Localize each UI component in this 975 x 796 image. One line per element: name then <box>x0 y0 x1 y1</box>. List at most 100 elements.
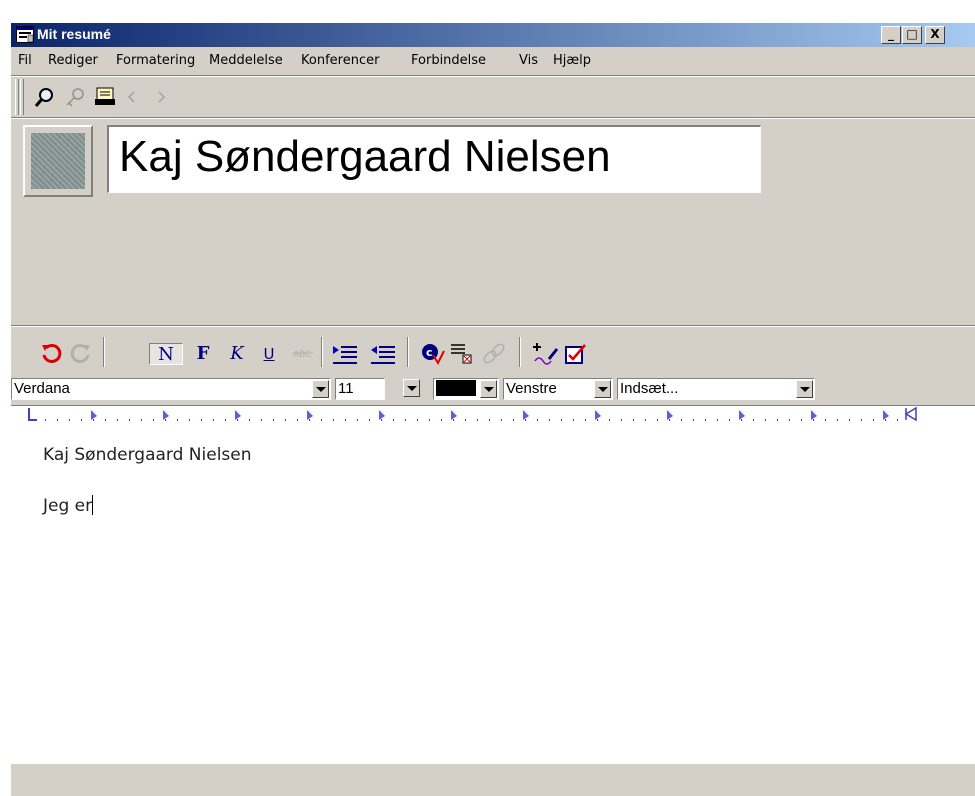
ruler-tick <box>549 419 550 421</box>
ruler-tick <box>861 419 862 421</box>
align-select[interactable]: Venstre <box>503 378 613 400</box>
size-dropdown-button[interactable] <box>403 379 420 397</box>
menu-forbindelse[interactable]: Forbindelse <box>411 53 486 68</box>
undo-icon[interactable] <box>39 341 63 365</box>
menu-hjaelp[interactable]: Hjælp <box>553 53 591 68</box>
arrow-left-icon[interactable] <box>123 87 147 111</box>
magnifier-icon[interactable] <box>33 85 57 109</box>
document-icon[interactable] <box>93 85 117 109</box>
underline-button[interactable]: U <box>257 343 281 365</box>
ruler-tick <box>705 419 706 421</box>
ruler-tick <box>189 419 190 421</box>
title-bar[interactable]: Mit resumé _ □ X <box>11 23 975 47</box>
text-caret <box>92 495 94 515</box>
key-icon[interactable] <box>63 85 87 109</box>
ruler-tab-stop[interactable] <box>451 410 457 420</box>
app-icon <box>16 26 34 43</box>
ruler-right-margin[interactable] <box>904 406 917 422</box>
ruler-tick <box>681 419 682 421</box>
editor-area[interactable]: Kaj Søndergaard Nielsen Jeg er <box>11 425 975 763</box>
ruler-tick <box>417 419 418 421</box>
ruler-tab-stop[interactable] <box>739 410 745 420</box>
toolbar-separator-2 <box>321 337 323 367</box>
ruler-tick <box>765 419 766 421</box>
ruler-tick <box>513 419 514 421</box>
ruler-tick <box>645 419 646 421</box>
align-icon[interactable] <box>449 341 473 365</box>
color-select[interactable] <box>433 378 499 400</box>
ruler-tab-stop[interactable] <box>523 410 529 420</box>
toolbar-grip[interactable] <box>15 79 19 115</box>
ruler-tab-stop[interactable] <box>883 410 889 420</box>
toolbar-grip-2[interactable] <box>20 79 24 115</box>
ruler-tick <box>177 419 178 421</box>
font-select[interactable]: Verdana <box>11 378 331 400</box>
ruler-tab-stop[interactable] <box>235 410 241 420</box>
ruler-tab-stop[interactable] <box>163 410 169 420</box>
check-icon[interactable] <box>563 341 587 365</box>
strikethrough-icon[interactable]: ABC <box>291 343 315 367</box>
spellcheck-icon[interactable]: c <box>419 341 445 366</box>
ruler-tick <box>369 419 370 421</box>
editor-line-2-text: Jeg er <box>43 496 93 516</box>
font-dropdown-button[interactable] <box>312 380 329 398</box>
ruler-tab-stop[interactable] <box>379 410 385 420</box>
header-divider-light <box>11 326 975 327</box>
size-select[interactable]: 11 <box>335 378 385 400</box>
ruler-tick <box>333 419 334 421</box>
ruler-tick <box>249 419 250 421</box>
ruler-tick <box>837 419 838 421</box>
ruler-tick <box>693 419 694 421</box>
ruler-tick <box>201 419 202 421</box>
ruler-tick <box>45 419 46 421</box>
ruler-tab-stop[interactable] <box>91 410 97 420</box>
minimize-button[interactable]: _ <box>881 26 901 44</box>
ruler-tick <box>285 419 286 421</box>
link-icon[interactable] <box>481 341 505 365</box>
ruler-tick <box>465 419 466 421</box>
color-swatch <box>436 380 476 396</box>
name-field[interactable]: Kaj Søndergaard Nielsen <box>107 125 761 193</box>
italic-button[interactable]: K <box>225 343 249 365</box>
ruler-tick <box>897 419 898 421</box>
ruler-tick <box>129 419 130 421</box>
menu-rediger[interactable]: Rediger <box>48 53 98 68</box>
ruler-tick <box>717 419 718 421</box>
insert-dropdown-button[interactable] <box>796 380 813 398</box>
ruler-tab-stop[interactable] <box>667 410 673 420</box>
insert-select[interactable]: Indsæt... <box>617 378 815 400</box>
ruler-tick <box>237 419 238 421</box>
ruler-tick <box>789 419 790 421</box>
arrow-right-icon[interactable] <box>151 87 175 111</box>
ruler-tick <box>213 419 214 421</box>
ruler-tick <box>561 419 562 421</box>
bold-button[interactable]: F <box>191 343 215 365</box>
close-button[interactable]: X <box>925 26 945 44</box>
indent-icon[interactable] <box>331 343 357 367</box>
insert-icon[interactable] <box>531 341 559 365</box>
font-select-value: Verdana <box>14 380 70 397</box>
ruler-left-margin[interactable] <box>28 408 37 421</box>
ruler-tick <box>489 419 490 421</box>
normal-button[interactable]: N <box>149 343 183 365</box>
header-area: Kaj Søndergaard Nielsen <box>11 119 975 325</box>
redo-icon[interactable] <box>69 341 93 365</box>
menu-formatering[interactable]: Formatering <box>116 53 195 68</box>
maximize-button[interactable]: □ <box>902 26 922 44</box>
menu-fil[interactable]: Fil <box>18 53 32 68</box>
avatar[interactable] <box>23 125 93 197</box>
ruler-tick <box>429 419 430 421</box>
ruler-tab-stop[interactable] <box>811 410 817 420</box>
menu-vis[interactable]: Vis <box>519 53 538 68</box>
color-dropdown-button[interactable] <box>480 380 497 398</box>
menu-konferencer[interactable]: Konferencer <box>301 53 379 68</box>
ruler[interactable] <box>11 405 975 425</box>
ruler-tab-stop[interactable] <box>595 410 601 420</box>
menu-meddelelse[interactable]: Meddelelse <box>209 53 283 68</box>
ruler-tick <box>621 419 622 421</box>
align-dropdown-button[interactable] <box>594 380 611 398</box>
ruler-tab-stop[interactable] <box>307 410 313 420</box>
outdent-icon[interactable] <box>369 343 395 367</box>
insert-select-value: Indsæt... <box>620 380 679 397</box>
toolbar-separator-4 <box>519 337 521 367</box>
